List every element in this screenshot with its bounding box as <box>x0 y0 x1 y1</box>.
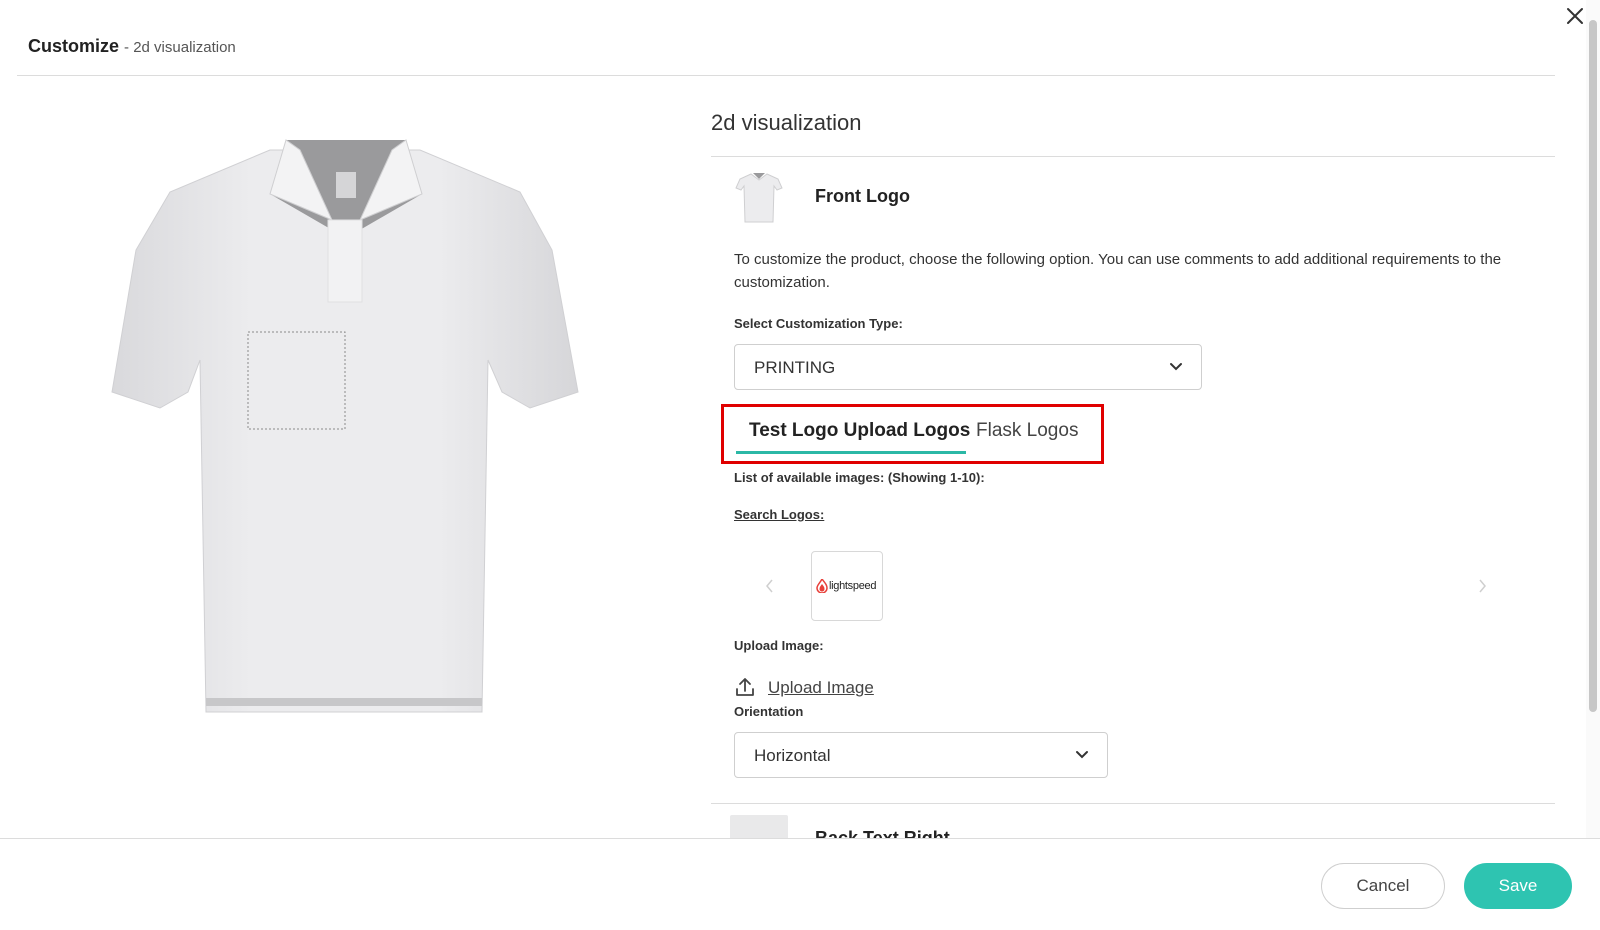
chevron-down-icon <box>1076 751 1088 759</box>
modal-subtitle: - 2d visualization <box>124 39 236 56</box>
back-text-thumbnail <box>730 815 788 838</box>
chevron-left-icon <box>766 579 773 593</box>
carousel-next-button[interactable] <box>1474 576 1490 596</box>
upload-image-label: Upload Image: <box>734 638 824 653</box>
customization-type-select[interactable]: PRINTING <box>734 344 1202 390</box>
divider <box>711 803 1555 804</box>
panel-title: 2d visualization <box>711 110 862 135</box>
orientation-select[interactable]: Horizontal <box>734 732 1108 778</box>
front-logo-thumbnail <box>734 170 784 226</box>
tab-flask-logos[interactable]: Flask Logos <box>976 420 1078 442</box>
customization-type-label: Select Customization Type: <box>734 316 903 331</box>
available-images-label: List of available images: (Showing 1-10)… <box>734 470 985 485</box>
front-logo-title: Front Logo <box>815 186 910 206</box>
close-icon <box>1567 8 1583 24</box>
customization-panel: 2d visualization Front Logo To customize… <box>711 90 1555 838</box>
modal-footer: Cancel Save <box>0 838 1600 930</box>
chevron-right-icon <box>1479 579 1486 593</box>
orientation-label: Orientation <box>734 704 804 719</box>
customization-description: To customize the product, choose the fol… <box>734 251 1502 291</box>
modal-title: Customize - 2d visualization <box>28 36 236 57</box>
upload-icon <box>736 678 754 696</box>
scrollbar-thumb[interactable] <box>1589 20 1597 712</box>
search-logos-link[interactable]: Search Logos: <box>734 507 824 522</box>
scrollbar[interactable] <box>1586 0 1600 838</box>
tab-test-logo-upload-logos[interactable]: Test Logo Upload Logos <box>749 420 970 442</box>
orientation-value: Horizontal <box>754 746 831 765</box>
cancel-button[interactable]: Cancel <box>1321 863 1445 909</box>
shirt-thumbnail-icon <box>735 173 783 223</box>
logo-brand-text: lightspeed <box>829 580 877 592</box>
chevron-down-icon <box>1170 363 1182 371</box>
carousel-prev-button[interactable] <box>762 576 778 596</box>
logo-source-tabs: Test Logo Upload Logos Flask Logos <box>721 404 1104 464</box>
product-preview <box>100 120 610 760</box>
back-text-title: Back Text Right <box>815 828 950 838</box>
save-button[interactable]: Save <box>1464 863 1572 909</box>
active-tab-indicator <box>736 451 966 454</box>
polo-shirt-image <box>111 139 579 713</box>
flame-logo-icon <box>816 579 828 593</box>
logo-option[interactable]: lightspeed <box>811 551 883 621</box>
modal-title-text: Customize <box>28 36 120 56</box>
close-button[interactable] <box>1563 4 1587 28</box>
modal-header: Customize - 2d visualization <box>17 0 1555 76</box>
upload-image-link[interactable]: Upload Image <box>768 678 874 698</box>
divider <box>711 156 1555 157</box>
customization-type-value: PRINTING <box>754 358 836 377</box>
